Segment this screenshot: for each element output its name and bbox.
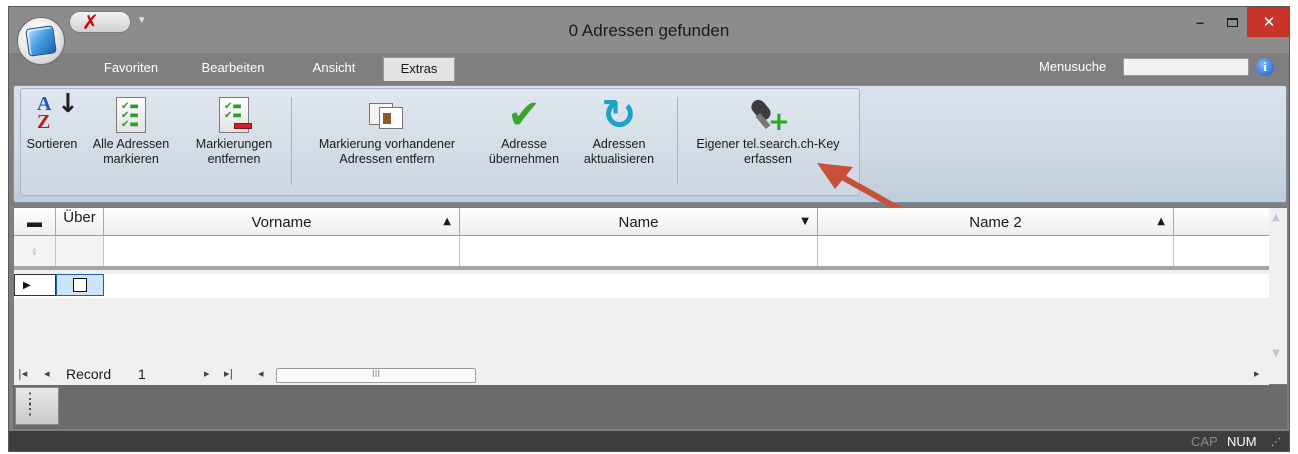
tab-bearbeiten[interactable]: Bearbeiten: [189, 57, 277, 81]
record-navigator: |◂ ◂ Record 1 ▸ ▸| ◂ III ▸: [14, 365, 1269, 385]
ribbon-separator: [677, 97, 678, 185]
checklist-remove-icon: ✔▬ ✔▬: [219, 97, 252, 133]
maximize-icon: [1226, 17, 1238, 27]
caps-lock-indicator: CAP: [1191, 434, 1218, 449]
horizontal-scrollbar[interactable]: III: [276, 368, 476, 383]
tab-favoriten[interactable]: Favoriten: [89, 57, 173, 81]
column-header-vorname[interactable]: Vorname ▲: [104, 208, 460, 236]
dock-grip-handle[interactable]: ⋮ ⋮: [15, 387, 59, 425]
sort-button-label: Sortieren: [26, 137, 78, 151]
filter-cell-vorname[interactable]: [104, 236, 460, 266]
sort-ascending-icon: ▲: [443, 216, 451, 227]
update-addresses-label: Adressen: [592, 137, 646, 151]
bottom-dock: ⋮ ⋮: [13, 385, 1287, 429]
remove-existing-marks-label: Markierung vorhandener: [318, 137, 456, 151]
info-icon[interactable]: i: [1256, 58, 1274, 76]
mark-all-button[interactable]: ✔▬ ✔▬ ✔▬ Alle Adressen markieren: [83, 93, 179, 167]
vertical-scrollbar[interactable]: ▲ ▼: [1269, 208, 1287, 384]
own-key-button[interactable]: + Eigener tel.search.ch-Key erfassen: [681, 93, 855, 167]
collapse-button[interactable]: ▬: [14, 208, 56, 236]
mark-all-label: Alle Adressen: [92, 137, 170, 151]
ribbon-separator: [291, 97, 292, 185]
filter-cell-name-2[interactable]: [818, 236, 1174, 266]
remove-existing-marks-label-2: Adressen entfern: [339, 152, 435, 166]
accept-address-button[interactable]: ✔ Adresse übernehmen: [481, 93, 567, 167]
menu-search-label: Menusuche: [1039, 59, 1107, 74]
own-key-label-2: erfassen: [744, 152, 792, 166]
mark-all-label-2: markieren: [103, 152, 159, 166]
first-record-button[interactable]: |◂: [18, 367, 27, 380]
grid-header: ▬ Über Vorname ▲ Name ▼ Name 2 ▲: [14, 208, 1269, 236]
column-header-ueber[interactable]: Über: [56, 208, 104, 236]
filter-cell-name[interactable]: [460, 236, 818, 266]
title-bar: ✗ ▾ 0 Adressen gefunden – ✕: [9, 7, 1289, 65]
current-row-icon: ▶: [23, 279, 31, 291]
sort-button[interactable]: A Z ↓ Sortieren: [23, 89, 81, 152]
column-header-label: Name: [618, 213, 659, 231]
window-title: 0 Adressen gefunden: [568, 21, 730, 40]
close-button[interactable]: ✕: [1247, 7, 1289, 37]
row-indicator: ▶: [14, 274, 56, 296]
last-record-button[interactable]: ▸|: [224, 367, 233, 380]
application-menu-button[interactable]: [17, 17, 65, 65]
remove-marks-label: Markierungen: [195, 137, 273, 151]
maximize-button[interactable]: [1217, 7, 1247, 37]
update-addresses-button[interactable]: ↻ Adressen aktualisieren: [567, 93, 671, 167]
column-header-label: Vorname: [251, 213, 312, 231]
scroll-up-icon[interactable]: ▲: [1272, 212, 1280, 223]
resize-grip-icon[interactable]: ⋰: [1271, 437, 1281, 448]
filter-row: ♀: [14, 236, 1269, 270]
collapse-icon: ▬: [27, 213, 42, 231]
key-add-icon: +: [748, 95, 790, 135]
update-addresses-label-2: aktualisieren: [583, 152, 655, 166]
cube-logo-icon: [25, 25, 57, 57]
column-header-label: Über: [63, 209, 96, 226]
green-check-icon: ✔: [507, 92, 541, 138]
record-label: Record: [66, 366, 112, 382]
remove-existing-marks-button[interactable]: Markierung vorhandener Adressen entfern: [295, 93, 479, 167]
ribbon-tab-row: Favoriten Bearbeiten Ansicht Extras Menu…: [9, 53, 1289, 81]
checklist-icon: ✔▬ ✔▬ ✔▬: [116, 97, 146, 133]
scroll-left-icon[interactable]: ◂: [258, 367, 264, 380]
address-cards-icon: [369, 101, 405, 129]
remove-marks-button[interactable]: ✔▬ ✔▬ Markierungen entfernen: [181, 93, 287, 167]
next-record-button[interactable]: ▸: [204, 367, 210, 380]
application-window: ✗ ▾ 0 Adressen gefunden – ✕ Favoriten Be…: [8, 6, 1290, 452]
column-header-name-2[interactable]: Name 2 ▲: [818, 208, 1174, 236]
status-bar: CAP NUM ⋰: [9, 431, 1289, 451]
tab-ansicht[interactable]: Ansicht: [299, 57, 369, 81]
own-key-label: Eigener tel.search.ch-Key: [696, 137, 840, 151]
column-header-label: Name 2: [969, 213, 1022, 231]
menu-search-input[interactable]: [1123, 58, 1249, 76]
ribbon-panel: A Z ↓ Sortieren ✔▬ ✔▬ ✔▬ Alle Adressen marki…: [13, 85, 1287, 203]
column-header-name[interactable]: Name ▼: [460, 208, 818, 236]
filter-cell-ueber[interactable]: [56, 236, 104, 266]
tab-extras[interactable]: Extras: [383, 57, 455, 81]
row-cell-ueber[interactable]: [56, 274, 104, 296]
accept-address-label-2: übernehmen: [488, 152, 560, 166]
address-grid: ▬ Über Vorname ▲ Name ▼ Name 2 ▲ ♀ ▶ ▲ ▼…: [13, 207, 1287, 385]
accept-address-label: Adresse: [501, 137, 547, 151]
filter-icon: ♀: [14, 236, 56, 266]
scroll-right-icon[interactable]: ▸: [1254, 367, 1260, 380]
record-number-input[interactable]: 1: [138, 366, 198, 384]
ribbon-group-extras: A Z ↓ Sortieren ✔▬ ✔▬ ✔▬ Alle Adressen marki…: [20, 88, 860, 196]
remove-marks-label-2: entfernen: [207, 152, 261, 166]
row-checkbox[interactable]: [73, 278, 87, 292]
refresh-icon: ↻: [601, 90, 637, 139]
sort-ascending-icon: ▲: [1157, 216, 1165, 227]
minimize-button[interactable]: –: [1183, 7, 1217, 37]
scroll-down-icon[interactable]: ▼: [1272, 348, 1280, 359]
num-lock-indicator: NUM: [1227, 434, 1257, 449]
sort-az-icon: A Z ↓: [37, 89, 79, 133]
table-row[interactable]: ▶: [14, 274, 1269, 298]
sort-descending-icon: ▼: [801, 216, 809, 227]
previous-record-button[interactable]: ◂: [44, 367, 50, 380]
